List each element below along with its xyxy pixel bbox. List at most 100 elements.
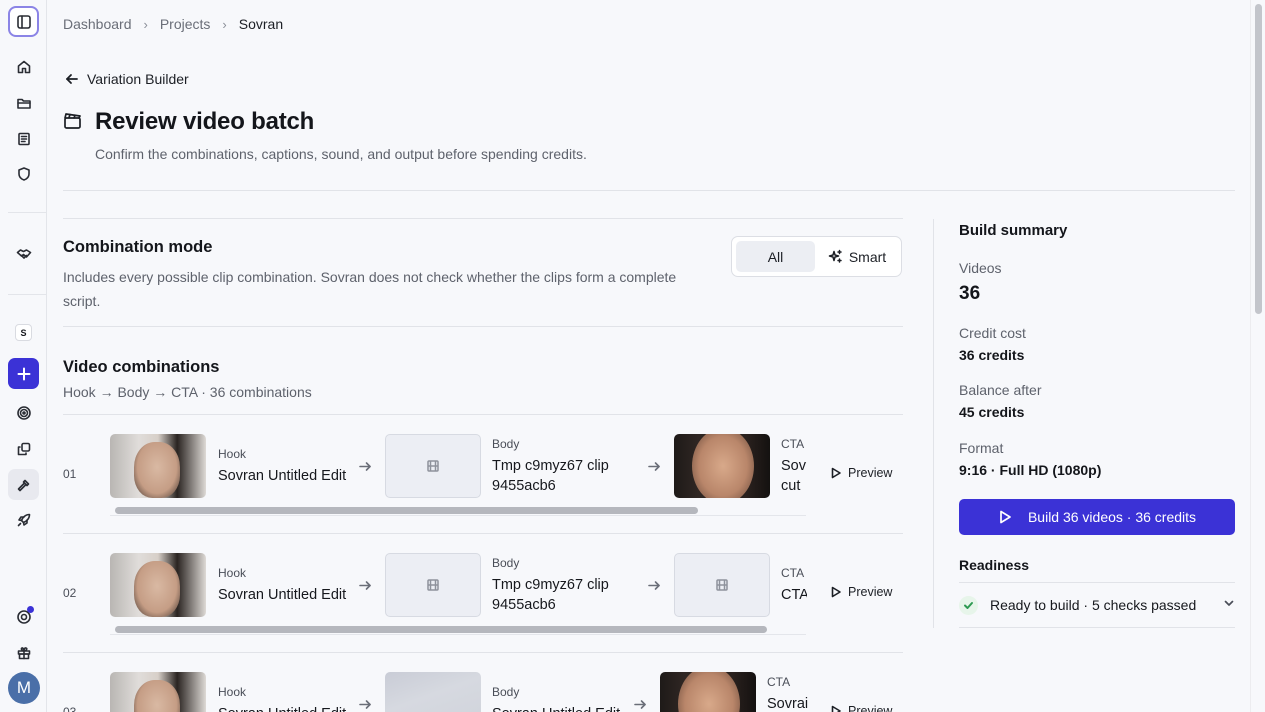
- sidebar-item-partners[interactable]: [8, 238, 39, 269]
- mode-smart-button[interactable]: Smart: [817, 241, 897, 272]
- clapperboard-icon: [63, 111, 82, 130]
- cta-thumbnail[interactable]: [660, 672, 756, 712]
- video-combinations-subtitle: Hook → Body → CTA · 36 combinations: [63, 384, 312, 400]
- hook-name: Sovran Untitled Edit: [218, 587, 347, 603]
- back-link[interactable]: Variation Builder: [65, 71, 189, 87]
- page-title: Review video batch: [95, 108, 315, 135]
- build-videos-label: Build 36 videos · 36 credits: [1027, 509, 1197, 525]
- preview-label: Preview: [848, 585, 893, 599]
- cta-thumbnail[interactable]: [674, 553, 770, 617]
- arrow-right-icon: [359, 698, 372, 711]
- body-name: Sovran Untitled Edit: [492, 704, 620, 712]
- workspace-badge[interactable]: S: [15, 324, 32, 341]
- library-icon: [17, 132, 30, 145]
- sidebar-divider: [8, 294, 46, 295]
- combination-mode-description: Includes every possible clip combination…: [63, 269, 677, 309]
- body-name: Tmp c9myz67 clip 9455acb6: [492, 577, 609, 613]
- preview-button[interactable]: Preview: [830, 585, 892, 599]
- cta-thumbnail[interactable]: [674, 434, 770, 498]
- copy-icon: [17, 442, 30, 455]
- film-icon: [427, 460, 439, 472]
- preview-label: Preview: [848, 704, 893, 712]
- body-name: Tmp c9myz67 clip 9455acb6: [492, 458, 609, 494]
- body-kind: Body: [492, 556, 520, 570]
- sidebar-item-variations[interactable]: [8, 433, 39, 464]
- hook-thumbnail[interactable]: [110, 672, 206, 712]
- divider: [63, 218, 903, 219]
- arrow-right-icon: [359, 460, 372, 473]
- breadcrumb-current: Sovran: [238, 16, 284, 32]
- sidebar-toggle-button[interactable]: [8, 6, 39, 37]
- row-scrollbar-thumb[interactable]: [115, 626, 767, 633]
- page-scrollbar-thumb[interactable]: [1255, 4, 1262, 314]
- preview-button[interactable]: Preview: [830, 466, 892, 480]
- arrow-right-icon: [634, 698, 647, 711]
- chevron-right-icon: ›: [222, 16, 227, 32]
- cta-name: Sovr cut: [781, 458, 807, 494]
- notification-dot: [27, 606, 34, 613]
- body-kind: Body: [492, 437, 520, 451]
- sidebar-item-gifts[interactable]: [8, 637, 39, 668]
- hook-thumbnail[interactable]: [110, 434, 206, 498]
- divider: [63, 326, 903, 327]
- sidebar-item-launch[interactable]: [8, 504, 39, 535]
- combination-row: 01 Hook Sovran Untitled Edit Body Tmp c9…: [63, 414, 903, 533]
- rocket-icon: [17, 513, 30, 526]
- home-icon: [17, 60, 30, 73]
- breadcrumb-dashboard[interactable]: Dashboard: [63, 16, 132, 32]
- avatar[interactable]: M: [8, 672, 40, 704]
- sidebar-item-builder[interactable]: [8, 469, 39, 500]
- play-icon: [831, 467, 841, 479]
- arrow-right-icon: [648, 579, 661, 592]
- hook-kind: Hook: [218, 447, 247, 461]
- sidebar-item-targets[interactable]: [8, 397, 39, 428]
- breadcrumb: Dashboard › Projects › Sovran: [63, 16, 283, 32]
- cta-kind: CTA: [781, 437, 805, 451]
- preview-label: Preview: [848, 466, 893, 480]
- cta-name: CTA: [781, 587, 807, 603]
- divider: [959, 627, 1235, 628]
- combination-row: 03 Hook Sovran Untitled Edit Body Sovran…: [63, 652, 903, 712]
- row-number: 01: [63, 467, 77, 481]
- preview-button[interactable]: Preview: [830, 704, 892, 712]
- handshake-icon: [16, 248, 31, 259]
- film-icon: [716, 579, 728, 591]
- back-link-label: Variation Builder: [87, 71, 189, 87]
- row-scrollbar-thumb[interactable]: [115, 507, 698, 514]
- body-thumbnail[interactable]: [385, 434, 481, 498]
- video-combinations-title: Video combinations: [63, 358, 220, 376]
- body-thumbnail[interactable]: [385, 553, 481, 617]
- sidebar-item-support[interactable]: [8, 601, 39, 632]
- row-number: 02: [63, 586, 77, 600]
- build-summary-title: Build summary: [959, 222, 1068, 239]
- chevron-down-icon[interactable]: [1223, 596, 1235, 614]
- arrow-right-icon: [648, 460, 661, 473]
- cta-kind: CTA: [781, 566, 805, 580]
- play-icon: [831, 705, 841, 712]
- folder-icon: [16, 98, 31, 109]
- mode-all-button[interactable]: All: [736, 241, 815, 272]
- hammer-icon: [17, 479, 29, 491]
- mode-all-label: All: [767, 248, 784, 265]
- hook-thumbnail[interactable]: [110, 553, 206, 617]
- body-thumbnail[interactable]: [385, 672, 481, 712]
- build-videos-button[interactable]: Build 36 videos · 36 credits: [959, 499, 1235, 535]
- sidebar-item-security[interactable]: [8, 158, 39, 189]
- sidebar-item-library[interactable]: [8, 123, 39, 154]
- play-icon: [1000, 510, 1011, 524]
- sidebar-item-home[interactable]: [8, 51, 39, 82]
- plus-icon: [17, 367, 30, 380]
- hook-kind: Hook: [218, 566, 247, 580]
- add-button[interactable]: [8, 358, 39, 389]
- row-scrollbar[interactable]: [110, 504, 806, 516]
- breadcrumb-projects[interactable]: Projects: [160, 16, 211, 32]
- page-scrollbar[interactable]: [1250, 0, 1265, 712]
- cta-name: Sovrai: [767, 696, 809, 712]
- body-kind: Body: [492, 685, 520, 699]
- readiness-accordion[interactable]: Ready to build · 5 checks passed: [959, 594, 1235, 616]
- sidebar-item-projects[interactable]: [8, 87, 39, 118]
- sparkles-icon: [828, 249, 842, 263]
- arrow-left-icon: [66, 74, 78, 84]
- row-scrollbar[interactable]: [110, 623, 806, 635]
- panel-divider: [933, 219, 934, 628]
